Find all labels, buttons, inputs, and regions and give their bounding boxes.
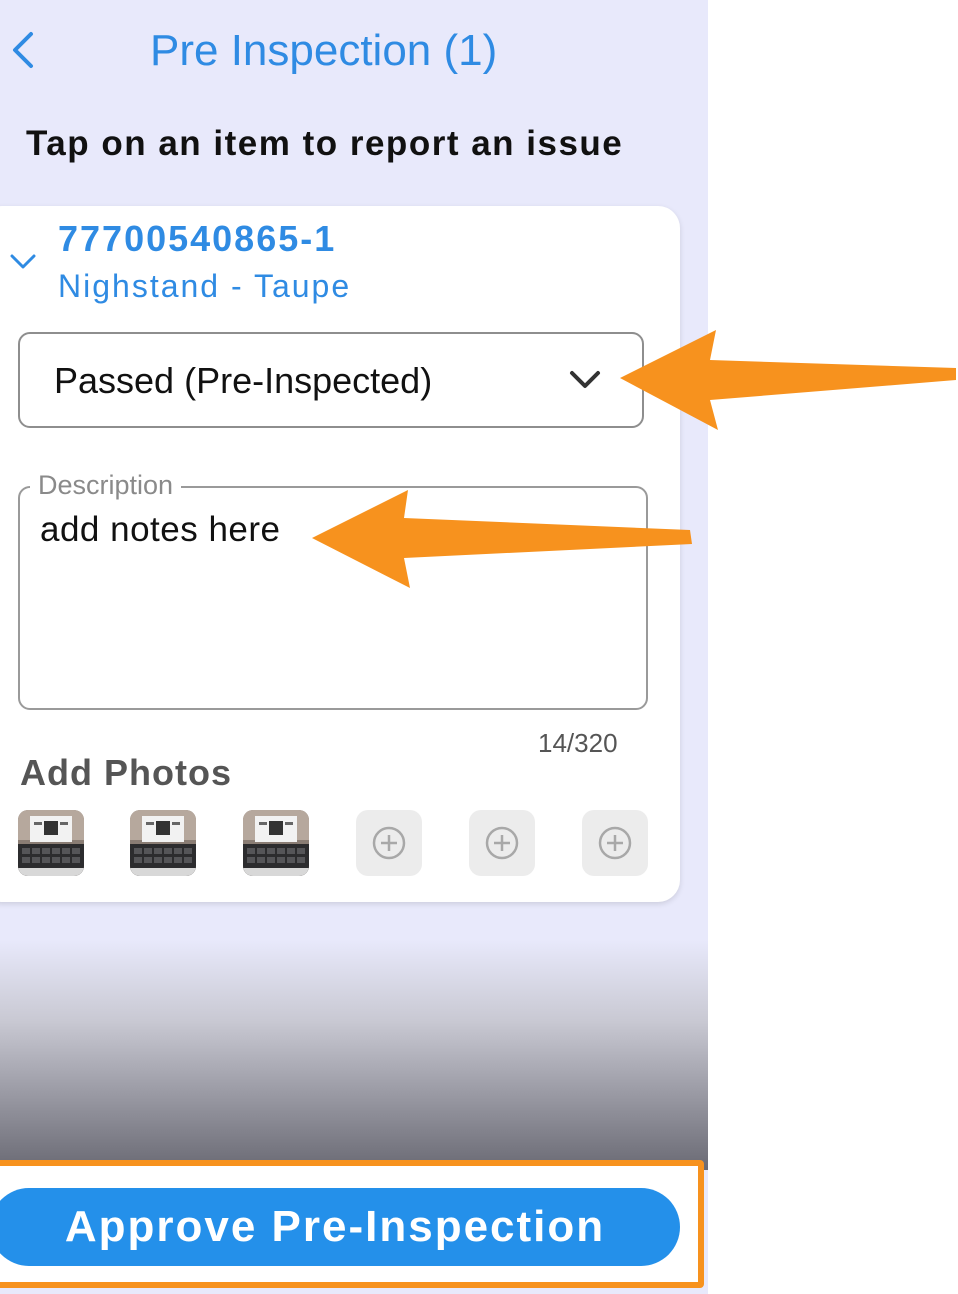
photo-thumbnail[interactable] xyxy=(130,810,196,876)
status-value: Passed (Pre-Inspected) xyxy=(54,360,433,401)
photo-image xyxy=(130,810,196,876)
item-number[interactable]: 77700540865-1 xyxy=(58,218,336,260)
photo-thumbnail[interactable] xyxy=(243,810,309,876)
app-screen: Pre Inspection (1) Tap on an item to rep… xyxy=(0,0,708,1294)
photo-thumbnail[interactable] xyxy=(18,810,84,876)
character-count: 14/320 xyxy=(538,728,618,758)
back-button[interactable] xyxy=(0,22,44,78)
add-circle-icon xyxy=(485,826,519,860)
chevron-down-icon[interactable] xyxy=(8,248,38,276)
add-photo-slot[interactable] xyxy=(582,810,648,876)
chevron-left-icon xyxy=(13,32,33,68)
scroll-fade xyxy=(0,940,708,1170)
approve-button-label: Approve Pre-Inspection xyxy=(64,1202,606,1251)
description-value[interactable]: add notes here xyxy=(40,510,281,550)
photo-image xyxy=(243,810,309,876)
instruction-text: Tap on an item to report an issue xyxy=(26,124,624,163)
add-photo-slot[interactable] xyxy=(356,810,422,876)
add-circle-icon xyxy=(372,826,406,860)
add-circle-icon xyxy=(598,826,632,860)
status-dropdown[interactable]: Passed (Pre-Inspected) xyxy=(18,332,644,428)
approve-pre-inspection-button[interactable]: Approve Pre-Inspection xyxy=(0,1188,680,1266)
photo-image xyxy=(18,810,84,876)
add-photo-slot[interactable] xyxy=(469,810,535,876)
description-label: Description xyxy=(30,470,182,501)
item-description: Nighstand - Taupe xyxy=(58,268,352,304)
add-photos-label: Add Photos xyxy=(20,752,232,793)
page-title: Pre Inspection (1) xyxy=(150,26,498,75)
chevron-down-icon xyxy=(570,371,600,388)
